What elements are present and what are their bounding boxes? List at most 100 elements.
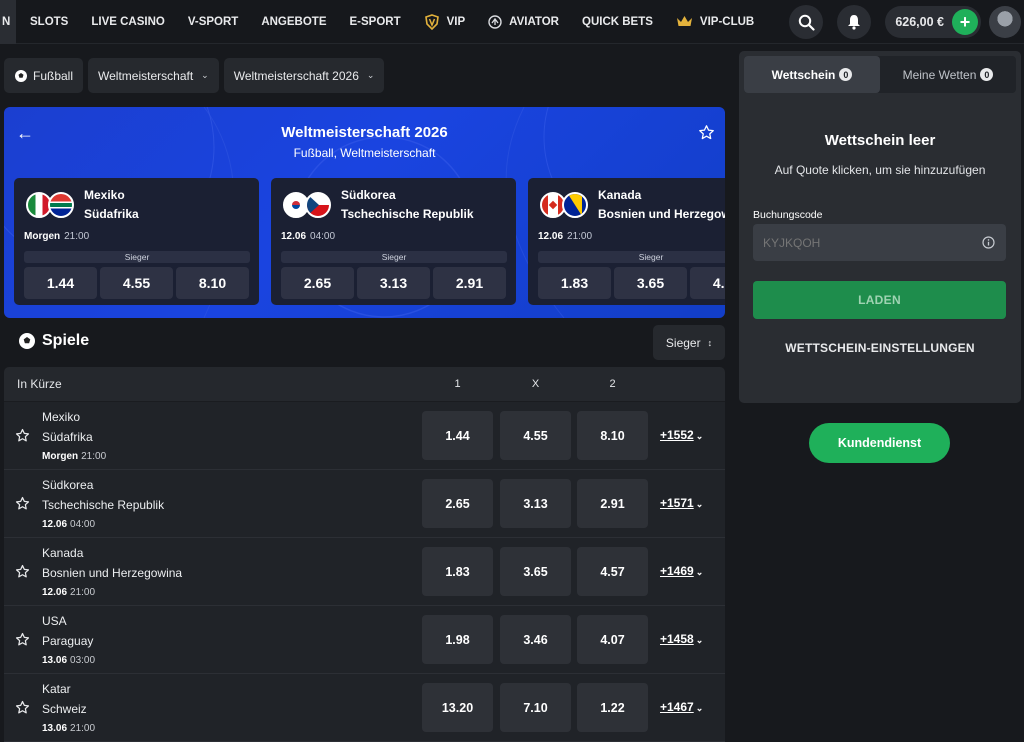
odds-button-2[interactable]: 2.91: [433, 267, 506, 299]
bell-icon: [848, 15, 861, 30]
odds-button-2[interactable]: 4.07: [577, 615, 648, 664]
match-time: 21:00: [64, 231, 90, 242]
tab-meine-wetten[interactable]: Meine Wetten 0: [880, 56, 1016, 93]
nav-item-quick-bets[interactable]: QUICK BETS: [582, 16, 653, 28]
notifications-button[interactable]: [837, 5, 872, 39]
tab-wettschein[interactable]: Wettschein 0: [744, 56, 880, 93]
odds-button-x[interactable]: 7.10: [500, 683, 571, 732]
odds-button-1[interactable]: 1.83: [538, 267, 611, 299]
search-button[interactable]: [789, 5, 824, 39]
favorite-star-icon[interactable]: [15, 564, 30, 584]
nav-label: AVIATOR: [509, 15, 559, 28]
matches-table: In Kürze 1 X 2 Mexiko Südafrika Morgen 21…: [4, 367, 725, 742]
nav-item-sport[interactable]: N: [0, 0, 16, 44]
aviator-icon: [488, 14, 502, 29]
user-controls: 626,00 € +: [789, 0, 1024, 44]
team-flags: [283, 192, 331, 218]
odds-button-x[interactable]: 3.46: [500, 615, 571, 664]
table-row[interactable]: Katar Schweiz 13.06 21:00 13.20 7.10 1.22…: [4, 674, 725, 742]
favorite-star-icon[interactable]: [15, 496, 30, 516]
away-team: Tschechische Republik: [42, 498, 165, 512]
team-flags: [26, 192, 74, 218]
nav-item-vip-club[interactable]: VIP-CLUB: [676, 15, 754, 28]
odds-button-x[interactable]: 4.55: [100, 267, 173, 299]
away-team: Bosnien und Herzegowina: [42, 566, 183, 580]
more-markets-link[interactable]: +1469 ⌄: [660, 564, 703, 578]
breadcrumb-category[interactable]: Weltmeisterschaft ⌄: [88, 58, 219, 93]
match-date: 13.06 03:00: [42, 655, 95, 666]
deposit-plus-icon[interactable]: +: [952, 9, 978, 35]
more-markets-link[interactable]: +1458 ⌄: [660, 632, 703, 646]
table-row[interactable]: USA Paraguay 13.06 03:00 1.98 3.46 4.07 +…: [4, 606, 725, 674]
odds-button-x[interactable]: 4.55: [500, 411, 571, 460]
market-label: Sieger: [538, 251, 725, 263]
odds-button-1[interactable]: 1.44: [24, 267, 97, 299]
odds-button-x[interactable]: 3.65: [614, 267, 687, 299]
more-markets-count: +1571: [660, 496, 694, 510]
home-team: Südkorea: [42, 478, 94, 492]
nav-item-live-casino[interactable]: LIVE CASINO: [91, 16, 164, 28]
featured-match-card[interactable]: Mexiko Südafrika Morgen 21:00 Sieger 1.44…: [14, 178, 259, 305]
more-markets-link[interactable]: +1467 ⌄: [660, 700, 703, 714]
odds-button-x[interactable]: 3.13: [500, 479, 571, 528]
more-markets-link[interactable]: +1571 ⌄: [660, 496, 703, 510]
favorite-star-icon[interactable]: [15, 700, 30, 720]
odds-button-2[interactable]: 4.57: [577, 547, 648, 596]
favorite-star-icon[interactable]: [15, 428, 30, 448]
nav-item-v-sport[interactable]: V-SPORT: [188, 16, 238, 28]
table-row[interactable]: Südkorea Tschechische Republik 12.06 04:0…: [4, 470, 725, 538]
featured-match-card[interactable]: Südkorea Tschechische Republik 12.06 04:0…: [271, 178, 516, 305]
avatar[interactable]: [989, 6, 1021, 38]
table-row[interactable]: Mexiko Südafrika Morgen 21:00 1.44 4.55 8…: [4, 402, 725, 470]
betslip-settings-link[interactable]: WETTSCHEIN-EINSTELLUNGEN: [739, 341, 1021, 355]
odds-button-2[interactable]: 2.91: [577, 479, 648, 528]
odds-button-2[interactable]: 1.22: [577, 683, 648, 732]
breadcrumb-sport[interactable]: Fußball: [4, 58, 84, 93]
nav-item-angebote[interactable]: ANGEBOTE: [261, 16, 326, 28]
balance-display[interactable]: 626,00 € +: [885, 6, 981, 38]
table-row[interactable]: Kanada Bosnien und Herzegowina 12.06 21:0…: [4, 538, 725, 606]
nav-label: LIVE CASINO: [91, 15, 165, 28]
betslip-empty-title: Wettschein leer: [824, 132, 936, 149]
booking-code-input[interactable]: [753, 224, 1006, 261]
home-team: USA: [42, 614, 67, 628]
odds-button-1[interactable]: 1.44: [422, 411, 493, 460]
nav-item-slots[interactable]: SLOTS: [30, 16, 68, 28]
breadcrumb-league[interactable]: Weltmeisterschaft 2026 ⌄: [223, 58, 385, 93]
nav-label: VIP-CLUB: [699, 15, 755, 28]
odds-button-x[interactable]: 3.65: [500, 547, 571, 596]
featured-match-card[interactable]: Kanada Bosnien und Herzegowina 12.0621:0…: [528, 178, 725, 305]
match-time: 21:00: [70, 723, 96, 734]
match-date: 12.06 04:00: [42, 519, 95, 530]
vip-shield-icon: [424, 13, 440, 30]
sort-updown-icon: ↕: [707, 337, 713, 348]
odds-button-x[interactable]: 3.13: [357, 267, 430, 299]
breadcrumb-label: Fußball: [33, 68, 74, 83]
chevron-down-icon: ⌄: [695, 431, 704, 441]
odds-button-1[interactable]: 13.20: [422, 683, 493, 732]
nav-label: E-SPORT: [349, 15, 401, 28]
odds-button-1[interactable]: 1.98: [422, 615, 493, 664]
odds-button-1[interactable]: 1.83: [422, 547, 493, 596]
nav-item-vip[interactable]: VIP: [424, 13, 466, 30]
odds-button-1[interactable]: 2.65: [281, 267, 354, 299]
betslip-empty-subtitle: Auf Quote klicken, um sie hinzuzufügen: [774, 163, 986, 177]
odds-button-1[interactable]: 2.65: [422, 479, 493, 528]
away-team: Bosnien und Herzegowina: [598, 207, 725, 221]
more-markets-link[interactable]: +1552 ⌄: [660, 428, 703, 442]
load-button[interactable]: LADEN: [753, 281, 1006, 319]
nav-item-e-sport[interactable]: E-SPORT: [349, 16, 400, 28]
odds-button-2[interactable]: 8.10: [176, 267, 249, 299]
nav-item-aviator[interactable]: AVIATOR: [488, 14, 559, 29]
section-title-label: Spiele: [42, 332, 90, 349]
market-select[interactable]: Sieger ↕: [653, 325, 725, 360]
favorite-star-icon[interactable]: [698, 124, 715, 146]
odds-button-2[interactable]: 4.57: [690, 267, 725, 299]
favorite-star-icon[interactable]: [15, 632, 30, 652]
info-icon[interactable]: [982, 236, 995, 254]
nav-label: QUICK BETS: [582, 15, 653, 28]
odds-button-2[interactable]: 8.10: [577, 411, 648, 460]
customer-service-button[interactable]: Kundendienst: [809, 423, 950, 463]
nav-label: VIP: [446, 15, 466, 28]
home-team: Südkorea: [341, 188, 396, 202]
